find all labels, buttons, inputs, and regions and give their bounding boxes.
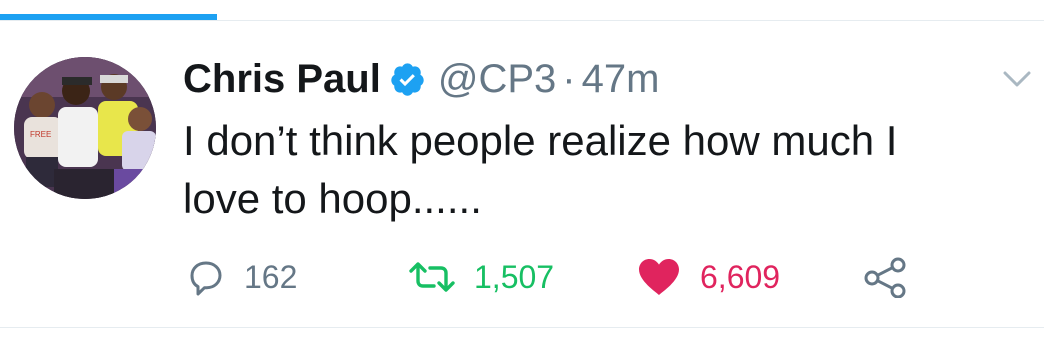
reply-count: 162 [244, 258, 298, 295]
share-icon [862, 256, 908, 298]
retweet-button[interactable]: 1,507 [408, 252, 554, 302]
tweet-text: I don’t think people realize how much I … [183, 117, 898, 222]
reply-button[interactable]: 162 [186, 252, 297, 302]
bottom-divider [0, 327, 1044, 328]
heart-icon [636, 257, 682, 297]
like-count: 6,609 [700, 258, 781, 295]
top-divider [0, 20, 1044, 21]
timestamp[interactable]: 47m [582, 57, 660, 102]
reply-icon [186, 257, 226, 297]
handle[interactable]: @CP3 [438, 57, 556, 102]
display-name[interactable]: Chris Paul [183, 57, 381, 102]
retweet-icon [408, 257, 456, 297]
separator: · [562, 56, 576, 101]
share-button[interactable] [862, 252, 908, 302]
svg-text:FREE: FREE [30, 130, 51, 139]
tweet-header: Chris Paul @CP3 · 47m [183, 54, 659, 104]
retweet-count: 1,507 [474, 258, 555, 295]
like-button[interactable]: 6,609 [636, 252, 780, 302]
chevron-down-icon[interactable] [1000, 68, 1034, 90]
profile-photo: FREE [14, 57, 156, 199]
verified-badge-icon [389, 61, 426, 98]
avatar[interactable]: FREE [14, 57, 156, 199]
